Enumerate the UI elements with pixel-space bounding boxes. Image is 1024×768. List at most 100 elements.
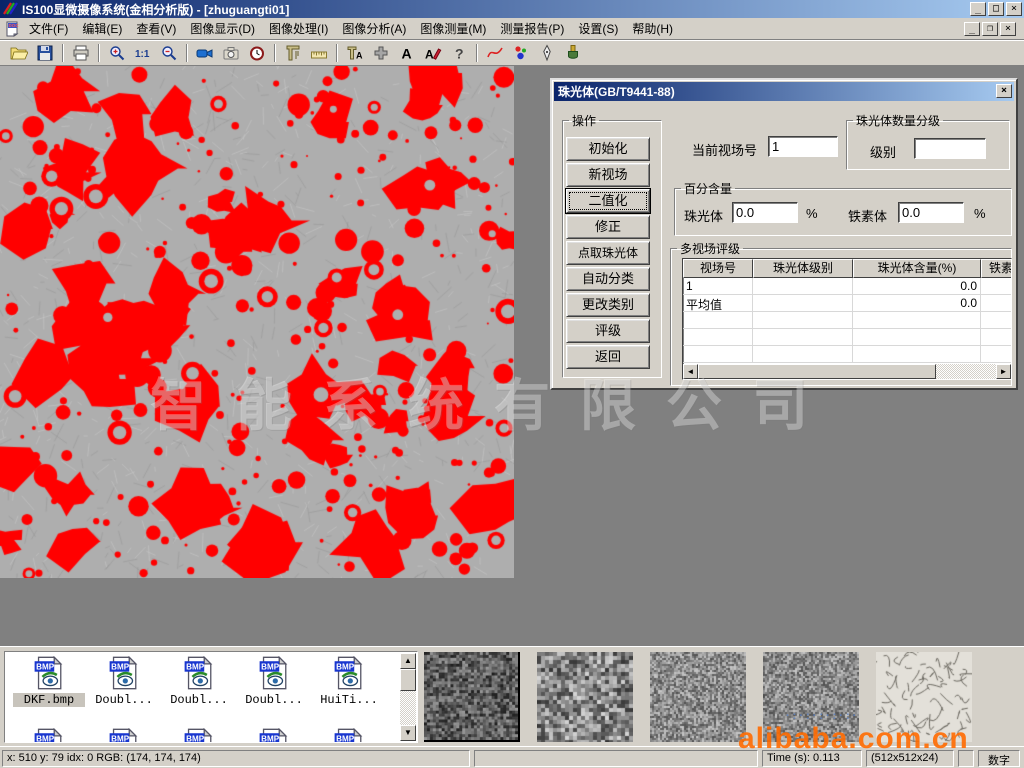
table-row[interactable]: 10.0 <box>683 278 1011 295</box>
timer-button[interactable] <box>245 42 269 64</box>
actual-size-button[interactable]: 1:1 <box>131 42 155 64</box>
level-input[interactable] <box>914 138 986 159</box>
menu-item-1[interactable]: 文件(F) <box>22 18 75 39</box>
file-item-3[interactable]: BMPDoubl... <box>163 656 235 707</box>
table-row[interactable] <box>683 329 1011 346</box>
thumbnail-4[interactable] <box>763 652 859 742</box>
annotate-icon: A <box>424 44 442 62</box>
scroll-left-arrow[interactable]: ◄ <box>683 364 698 379</box>
grid-icon <box>372 44 390 62</box>
op-button-3[interactable]: 二值化 <box>566 189 650 213</box>
annotate-button[interactable]: A <box>421 42 445 64</box>
mdi-restore-button[interactable]: ❐ <box>982 22 998 36</box>
close-button[interactable]: × <box>1006 2 1022 16</box>
table-col-2[interactable]: 珠光体级别 <box>753 259 853 278</box>
op-button-1[interactable]: 初始化 <box>566 137 650 161</box>
op-button-2[interactable]: 新视场 <box>566 163 650 187</box>
menu-item-6[interactable]: 图像分析(A) <box>335 18 413 39</box>
help-button[interactable]: ? <box>447 42 471 64</box>
curve-button[interactable] <box>483 42 507 64</box>
grid-button[interactable] <box>369 42 393 64</box>
bmp-file-icon: BMP <box>332 728 366 743</box>
op-button-5[interactable]: 点取珠光体 <box>566 241 650 265</box>
table-col-3[interactable]: 珠光体含量(%) <box>853 259 981 278</box>
table-row[interactable] <box>683 346 1011 363</box>
bmp-file-icon: BMP <box>107 656 141 690</box>
table-cell <box>753 278 853 294</box>
file-item-row2-5[interactable]: BMP <box>313 728 385 743</box>
open-button[interactable] <box>7 42 31 64</box>
menu-item-2[interactable]: 编辑(E) <box>75 18 129 39</box>
video-camera-button[interactable] <box>193 42 217 64</box>
table-col-1[interactable]: 视场号 <box>683 259 753 278</box>
micrograph-image[interactable] <box>0 66 514 578</box>
zoom-out-button[interactable] <box>157 42 181 64</box>
bottom-panel: BMPDKF.bmpBMPDoubl...BMPDoubl...BMPDoubl… <box>0 646 1024 746</box>
op-button-7[interactable]: 更改类别 <box>566 293 650 317</box>
scroll-down-arrow[interactable]: ▼ <box>400 725 416 741</box>
text-button[interactable]: A <box>395 42 419 64</box>
table-cell <box>753 346 853 362</box>
scroll-up-arrow[interactable]: ▲ <box>400 653 416 669</box>
file-item-1[interactable]: BMPDKF.bmp <box>13 656 85 707</box>
op-button-4[interactable]: 修正 <box>566 215 650 239</box>
menu-item-8[interactable]: 测量报告(P) <box>493 18 571 39</box>
table-cell <box>981 278 1012 294</box>
menu-item-3[interactable]: 查看(V) <box>129 18 183 39</box>
toolbar-separator <box>98 44 100 62</box>
mdi-close-button[interactable]: × <box>1000 22 1016 36</box>
thumbnail-2[interactable] <box>537 652 633 742</box>
op-button-9[interactable]: 返回 <box>566 345 650 369</box>
menu-item-10[interactable]: 帮助(H) <box>625 18 680 39</box>
maximize-button[interactable]: □ <box>988 2 1004 16</box>
menu-item-7[interactable]: 图像测量(M) <box>413 18 493 39</box>
file-item-4[interactable]: BMPDoubl... <box>238 656 310 707</box>
op-button-8[interactable]: 评级 <box>566 319 650 343</box>
current-field-input[interactable]: 1 <box>768 136 838 157</box>
ruler-button[interactable] <box>307 42 331 64</box>
menu-item-4[interactable]: 图像显示(D) <box>183 18 262 39</box>
thumbnail-1[interactable] <box>424 652 520 742</box>
ferrite-input[interactable]: 0.0 <box>898 202 964 223</box>
file-item-5[interactable]: BMPHuiTi... <box>313 656 385 707</box>
dialog-close-button[interactable]: × <box>996 84 1012 98</box>
thumbnail-5[interactable] <box>876 652 972 742</box>
zoom-in-button[interactable] <box>105 42 129 64</box>
file-item-row2-1[interactable]: BMP <box>13 728 85 743</box>
window-title: IS100显微摄像系统(金相分析版) - [zhuguangti01] <box>22 1 289 18</box>
timer-icon <box>248 44 266 62</box>
actual-size-icon: 1:1 <box>134 44 152 62</box>
pearlite-unit: % <box>806 206 818 221</box>
save-button[interactable] <box>33 42 57 64</box>
measure-text-button[interactable]: A <box>343 42 367 64</box>
scroll-thumb[interactable] <box>698 364 936 379</box>
file-item-row2-4[interactable]: BMP <box>238 728 310 743</box>
table-hscrollbar[interactable]: ◄ ► <box>683 364 1011 379</box>
print-button[interactable] <box>69 42 93 64</box>
camera-button[interactable] <box>219 42 243 64</box>
points-button[interactable] <box>509 42 533 64</box>
scroll-thumb[interactable] <box>400 669 416 691</box>
file-item-2[interactable]: BMPDoubl... <box>88 656 160 707</box>
table-row[interactable] <box>683 312 1011 329</box>
pearlite-input[interactable]: 0.0 <box>732 202 798 223</box>
file-browser[interactable]: BMPDKF.bmpBMPDoubl...BMPDoubl...BMPDoubl… <box>4 651 418 743</box>
file-vscrollbar[interactable]: ▲ ▼ <box>400 653 416 741</box>
dialog-titlebar[interactable]: 珠光体(GB/T9441-88) × <box>554 82 1014 101</box>
file-item-row2-3[interactable]: BMP <box>163 728 235 743</box>
table-col-4[interactable]: 铁素 <box>981 259 1012 278</box>
mdi-minimize-button[interactable]: _ <box>964 22 980 36</box>
caliper-button[interactable] <box>281 42 305 64</box>
minimize-button[interactable]: _ <box>970 2 986 16</box>
file-item-row2-2[interactable]: BMP <box>88 728 160 743</box>
thumbnail-3[interactable] <box>650 652 746 742</box>
table-cell <box>753 329 853 345</box>
menu-item-5[interactable]: 图像处理(I) <box>262 18 335 39</box>
table-row[interactable]: 平均值0.0 <box>683 295 1011 312</box>
rating-table[interactable]: 视场号珠光体级别珠光体含量(%)铁素 10.0平均值0.0 ◄ ► <box>682 258 1012 380</box>
brush-button[interactable] <box>561 42 585 64</box>
menu-item-9[interactable]: 设置(S) <box>571 18 625 39</box>
op-button-6[interactable]: 自动分类 <box>566 267 650 291</box>
pen-button[interactable] <box>535 42 559 64</box>
scroll-right-arrow[interactable]: ► <box>996 364 1011 379</box>
